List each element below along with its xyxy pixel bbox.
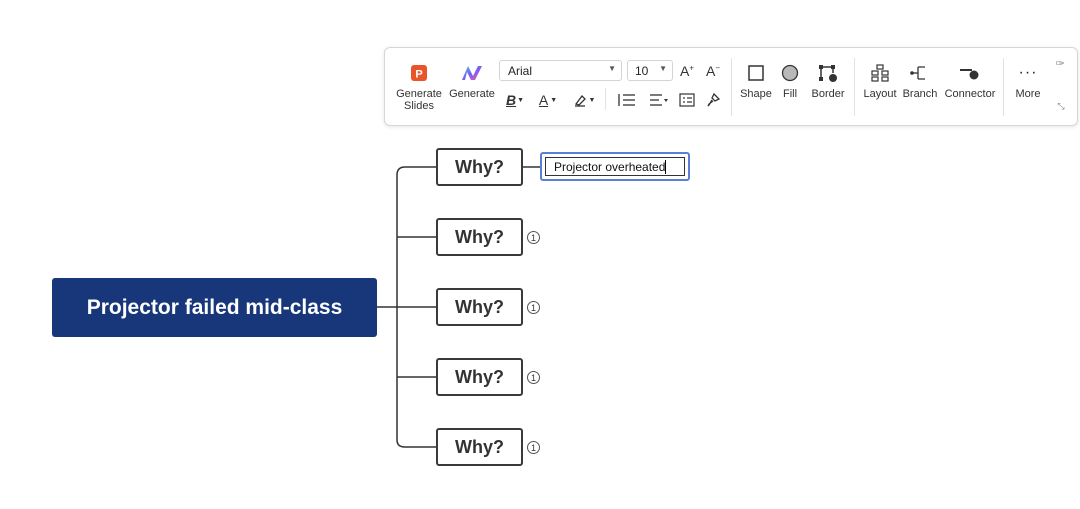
- topic-label: Why?: [455, 436, 504, 457]
- subtopic-text-input[interactable]: Projector overheated: [545, 157, 685, 176]
- badge-count: 1: [530, 442, 536, 453]
- why-topic-3[interactable]: Why?: [436, 288, 523, 326]
- topic-label: Why?: [455, 296, 504, 317]
- why-topic-2[interactable]: Why?: [436, 218, 523, 256]
- topic-label: Why?: [455, 226, 504, 247]
- collapsed-count-badge[interactable]: 1: [527, 231, 540, 244]
- collapsed-count-badge[interactable]: 1: [527, 301, 540, 314]
- badge-count: 1: [530, 372, 536, 383]
- root-topic[interactable]: Projector failed mid-class: [52, 278, 377, 337]
- collapsed-count-badge[interactable]: 1: [527, 371, 540, 384]
- why-topic-5[interactable]: Why?: [436, 428, 523, 466]
- text-cursor: [665, 160, 667, 174]
- badge-count: 1: [530, 302, 536, 313]
- topic-label: Why?: [455, 366, 504, 387]
- root-topic-text: Projector failed mid-class: [86, 295, 343, 319]
- why-topic-1[interactable]: Why?: [436, 148, 523, 186]
- collapsed-count-badge[interactable]: 1: [527, 441, 540, 454]
- subtopic-text: Projector overheated: [554, 160, 666, 174]
- subtopic-edit-box[interactable]: Projector overheated: [540, 152, 690, 181]
- why-topic-4[interactable]: Why?: [436, 358, 523, 396]
- badge-count: 1: [530, 232, 536, 243]
- topic-label: Why?: [455, 156, 504, 177]
- mindmap-connectors: [377, 166, 541, 448]
